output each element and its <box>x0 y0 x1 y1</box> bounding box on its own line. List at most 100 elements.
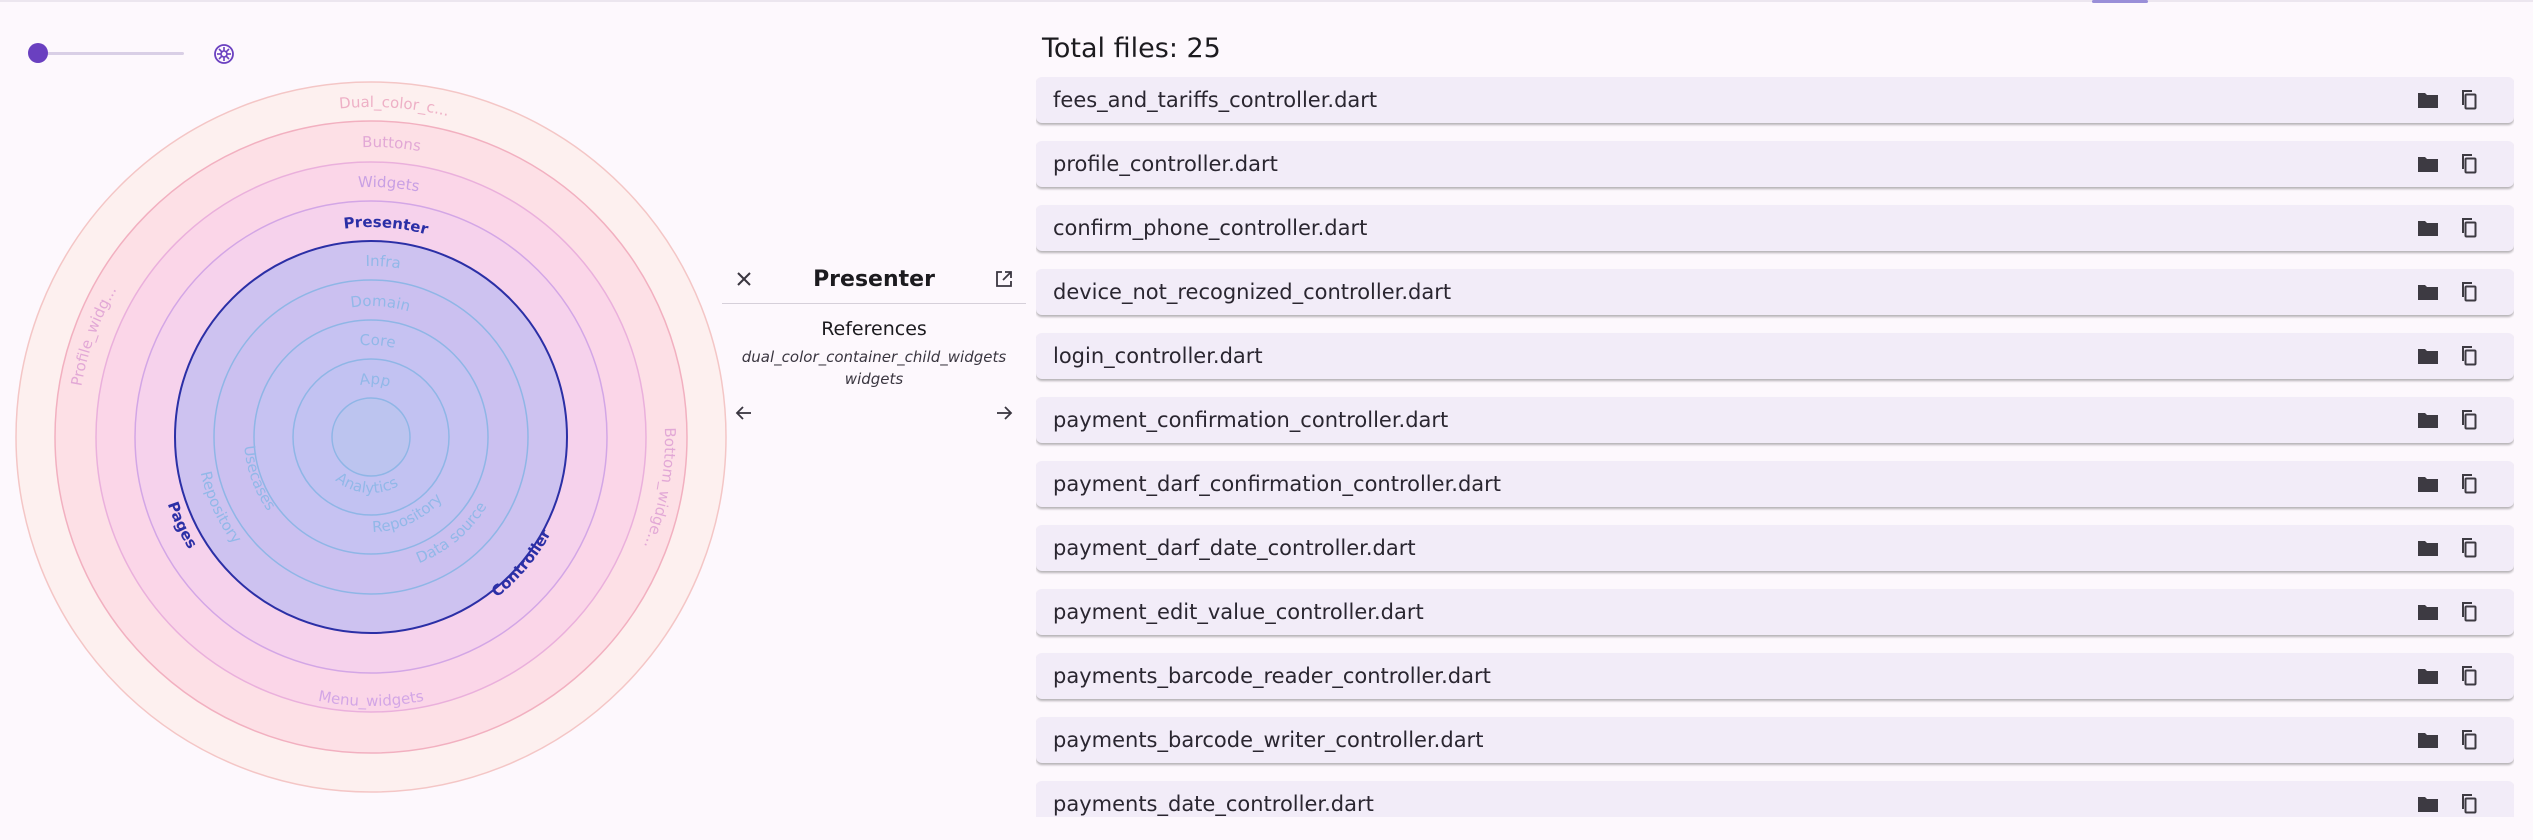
file-name: payment_confirmation_controller.dart <box>1053 408 1449 432</box>
file-name: fees_and_tariffs_controller.dart <box>1053 88 1378 112</box>
folder-icon <box>2418 605 2438 620</box>
detail-panel: Presenter References dual_color_containe… <box>722 255 1026 440</box>
folder-icon <box>2418 93 2438 108</box>
slider-thumb[interactable] <box>28 43 48 63</box>
copy-icon <box>2462 474 2477 494</box>
copy-button[interactable] <box>2454 278 2482 306</box>
folder-icon <box>2418 157 2438 172</box>
ring-label[interactable]: Core <box>359 331 397 352</box>
file-name: confirm_phone_controller.dart <box>1053 216 1368 240</box>
close-button[interactable] <box>730 265 758 293</box>
close-icon <box>737 272 751 286</box>
folder-icon <box>2418 285 2438 300</box>
zoom-slider[interactable] <box>28 43 184 63</box>
copy-button[interactable] <box>2454 598 2482 626</box>
open-folder-button[interactable] <box>2414 150 2442 178</box>
open-folder-button[interactable] <box>2414 278 2442 306</box>
folder-icon <box>2418 541 2438 556</box>
file-row[interactable]: payments_barcode_reader_controller.dart <box>1036 653 2514 699</box>
open-folder-button[interactable] <box>2414 790 2442 817</box>
folder-icon <box>2418 669 2438 684</box>
open-folder-button[interactable] <box>2414 406 2442 434</box>
file-row[interactable]: payments_date_controller.dart <box>1036 781 2514 817</box>
copy-button[interactable] <box>2454 534 2482 562</box>
copy-button[interactable] <box>2454 662 2482 690</box>
file-row[interactable]: confirm_phone_controller.dart <box>1036 205 2514 251</box>
open-folder-button[interactable] <box>2414 470 2442 498</box>
top-tab-indicator <box>2092 0 2148 3</box>
copy-icon <box>2462 282 2477 302</box>
file-row[interactable]: payment_confirmation_controller.dart <box>1036 397 2514 443</box>
copy-button[interactable] <box>2454 790 2482 817</box>
top-divider <box>0 0 2533 2</box>
open-folder-button[interactable] <box>2414 662 2442 690</box>
ring-label[interactable]: Infra <box>365 252 402 272</box>
references-title: References <box>821 318 927 340</box>
copy-button[interactable] <box>2454 470 2482 498</box>
open-folder-button[interactable] <box>2414 86 2442 114</box>
folder-icon <box>2418 221 2438 236</box>
ring-label[interactable]: App <box>359 370 393 391</box>
file-name: profile_controller.dart <box>1053 152 1278 176</box>
settings-wheel-icon <box>214 44 234 64</box>
copy-icon <box>2462 794 2477 814</box>
file-row[interactable]: payment_darf_confirmation_controller.dar… <box>1036 461 2514 507</box>
copy-icon <box>2462 538 2477 558</box>
slider-track <box>38 52 184 55</box>
file-name: payment_darf_date_controller.dart <box>1053 536 1416 560</box>
file-name: payments_date_controller.dart <box>1053 792 1374 816</box>
copy-button[interactable] <box>2454 214 2482 242</box>
total-files-label: Total files: 25 <box>1042 33 1221 64</box>
ring-center[interactable] <box>331 397 411 477</box>
next-button[interactable] <box>990 399 1018 427</box>
copy-button[interactable] <box>2454 150 2482 178</box>
open-in-new-button[interactable] <box>990 265 1018 293</box>
copy-icon <box>2462 410 2477 430</box>
architecture-rings[interactable]: App Core Domain Infra Presenter Widgets Button… <box>14 80 728 794</box>
copy-button[interactable] <box>2454 406 2482 434</box>
file-row[interactable]: payment_darf_date_controller.dart <box>1036 525 2514 571</box>
file-name: payment_edit_value_controller.dart <box>1053 600 1424 624</box>
copy-icon <box>2462 346 2477 366</box>
arrow-back-icon <box>735 406 751 420</box>
file-name: payment_darf_confirmation_controller.dar… <box>1053 472 1502 496</box>
folder-icon <box>2418 797 2438 812</box>
open-folder-button[interactable] <box>2414 598 2442 626</box>
copy-button[interactable] <box>2454 86 2482 114</box>
file-name: device_not_recognized_controller.dart <box>1053 280 1452 304</box>
file-list[interactable]: fees_and_tariffs_controller.dart profile… <box>1036 77 2514 817</box>
file-row[interactable]: device_not_recognized_controller.dart <box>1036 269 2514 315</box>
detail-title: Presenter <box>813 267 935 292</box>
file-row[interactable]: profile_controller.dart <box>1036 141 2514 187</box>
copy-icon <box>2462 218 2477 238</box>
file-name: login_controller.dart <box>1053 344 1263 368</box>
copy-button[interactable] <box>2454 726 2482 754</box>
folder-icon <box>2418 477 2438 492</box>
settings-button[interactable] <box>210 40 238 68</box>
open-folder-button[interactable] <box>2414 342 2442 370</box>
file-row[interactable]: login_controller.dart <box>1036 333 2514 379</box>
open-folder-button[interactable] <box>2414 726 2442 754</box>
file-name: payments_barcode_reader_controller.dart <box>1053 664 1491 688</box>
file-row[interactable]: payment_edit_value_controller.dart <box>1036 589 2514 635</box>
reference-item[interactable]: dual_color_container_child_widgets <box>722 347 1026 367</box>
copy-icon <box>2462 154 2477 174</box>
copy-button[interactable] <box>2454 342 2482 370</box>
open-folder-button[interactable] <box>2414 534 2442 562</box>
file-name: payments_barcode_writer_controller.dart <box>1053 728 1484 752</box>
folder-icon <box>2418 349 2438 364</box>
copy-icon <box>2462 666 2477 686</box>
file-row[interactable]: payments_barcode_writer_controller.dart <box>1036 717 2514 763</box>
folder-icon <box>2418 413 2438 428</box>
open-in-new-icon <box>996 271 1012 287</box>
previous-button[interactable] <box>730 399 758 427</box>
folder-icon <box>2418 733 2438 748</box>
open-folder-button[interactable] <box>2414 214 2442 242</box>
copy-icon <box>2462 730 2477 750</box>
reference-item[interactable]: widgets <box>722 369 1026 389</box>
arrow-forward-icon <box>997 406 1013 420</box>
copy-icon <box>2462 602 2477 622</box>
file-row[interactable]: fees_and_tariffs_controller.dart <box>1036 77 2514 123</box>
detail-divider <box>722 303 1026 304</box>
rings-canvas[interactable]: AppCoreDomainInfraPresenterWidgetsButton… <box>14 80 728 794</box>
